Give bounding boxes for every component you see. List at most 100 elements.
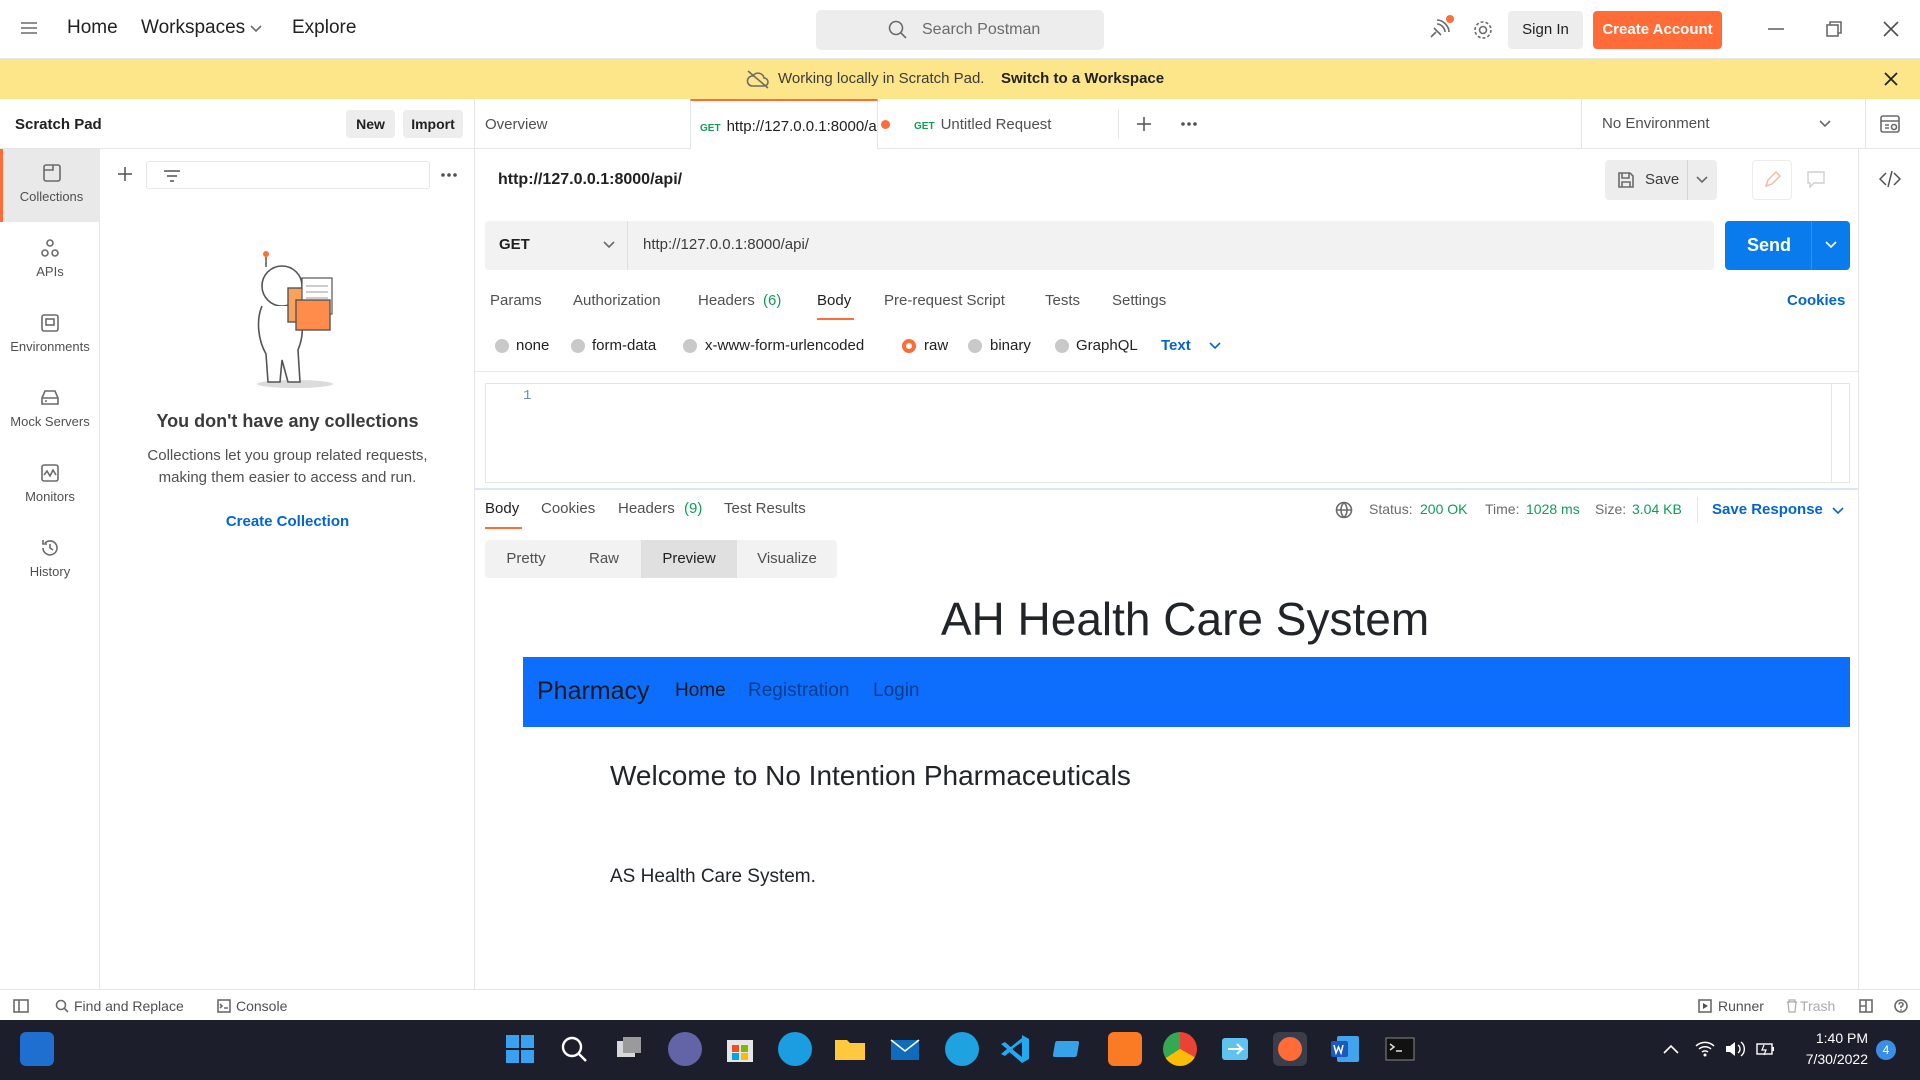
close-banner-icon[interactable]: [1884, 72, 1898, 86]
tips-icon[interactable]: [945, 1032, 979, 1066]
time-value[interactable]: 1028 ms: [1526, 501, 1580, 517]
layout-icon[interactable]: [1859, 999, 1873, 1013]
clock-time[interactable]: 1:40 PM: [1812, 1030, 1868, 1046]
close-window-icon[interactable]: [1883, 21, 1899, 37]
code-snippet-icon[interactable]: [1879, 170, 1901, 188]
view-pretty[interactable]: Pretty: [485, 540, 567, 578]
tab-untitled-request[interactable]: GET Untitled Request: [914, 99, 1114, 149]
menu-icon[interactable]: [20, 20, 38, 36]
volume-icon[interactable]: [1725, 1041, 1745, 1057]
body-editor[interactable]: 1: [485, 383, 1850, 483]
battery-icon[interactable]: [1756, 1041, 1776, 1057]
response-tab-test-results[interactable]: Test Results: [724, 500, 806, 517]
send-options-chevron-icon[interactable]: [1825, 241, 1837, 249]
view-preview[interactable]: Preview: [641, 540, 737, 578]
postman-taskbar-button[interactable]: [1273, 1032, 1307, 1066]
toggle-sidebar-icon[interactable]: [13, 999, 29, 1013]
save-button[interactable]: Save: [1605, 160, 1717, 200]
request-name[interactable]: http://127.0.0.1:8000/api/: [498, 171, 682, 189]
environment-select[interactable]: No Environment: [1582, 99, 1852, 149]
cookies-link[interactable]: Cookies: [1787, 292, 1845, 309]
teams-chat-icon[interactable]: [668, 1032, 702, 1066]
comments-icon[interactable]: [1796, 160, 1836, 200]
app-icon[interactable]: [1052, 1032, 1086, 1066]
tab-settings[interactable]: Settings: [1112, 292, 1166, 309]
search-taskbar-icon[interactable]: [557, 1032, 591, 1066]
add-collection-icon[interactable]: [117, 166, 133, 182]
widgets-icon[interactable]: [20, 1032, 54, 1066]
chevron-up-icon[interactable]: [1663, 1044, 1679, 1054]
radio-binary[interactable]: [968, 339, 982, 353]
response-tab-body[interactable]: Body: [485, 500, 519, 517]
app-icon[interactable]: [1218, 1032, 1252, 1066]
view-raw[interactable]: Raw: [567, 540, 641, 578]
create-collection-link[interactable]: Create Collection: [100, 513, 475, 530]
search-input[interactable]: Search Postman: [816, 10, 1104, 50]
response-tab-headers[interactable]: Headers: [618, 500, 675, 517]
chevron-down-icon[interactable]: [250, 25, 262, 33]
preview-brand[interactable]: Pharmacy: [537, 677, 650, 706]
response-tab-cookies[interactable]: Cookies: [541, 500, 595, 517]
radio-raw[interactable]: [902, 339, 916, 353]
console-button[interactable]: Console: [236, 998, 287, 1014]
clock-date[interactable]: 7/30/2022: [1796, 1051, 1868, 1067]
notification-badge[interactable]: 4: [1876, 1040, 1896, 1060]
mail-icon[interactable]: [888, 1032, 922, 1066]
tab-headers[interactable]: Headers: [698, 292, 755, 309]
preview-nav-home[interactable]: Home: [675, 680, 726, 702]
method-select[interactable]: GET: [485, 221, 628, 270]
vscode-icon[interactable]: [998, 1032, 1032, 1066]
chrome-icon[interactable]: [1163, 1032, 1197, 1066]
settings-gear-icon[interactable]: [1472, 19, 1494, 41]
new-tab-icon[interactable]: [1136, 116, 1152, 132]
url-input[interactable]: http://127.0.0.1:8000/api/: [628, 221, 1714, 270]
filter-input[interactable]: [146, 161, 430, 189]
chevron-down-icon[interactable]: [1209, 342, 1221, 350]
send-button[interactable]: Send: [1725, 221, 1850, 270]
nav-explore[interactable]: Explore: [292, 17, 356, 39]
preview-nav-registration[interactable]: Registration: [748, 680, 849, 702]
radio-form-data[interactable]: [571, 339, 585, 353]
rail-item-apis[interactable]: APIs: [0, 224, 100, 297]
import-button[interactable]: Import: [403, 110, 463, 138]
microsoft-store-icon[interactable]: [723, 1032, 757, 1066]
task-view-icon[interactable]: [613, 1032, 647, 1066]
save-options-chevron-icon[interactable]: [1696, 176, 1708, 184]
sign-in-button[interactable]: Sign In: [1508, 11, 1583, 49]
preview-nav-login[interactable]: Login: [873, 680, 920, 702]
editor-scrollbar[interactable]: [1831, 384, 1832, 482]
environment-quick-look-icon[interactable]: [1879, 113, 1901, 135]
trash-button[interactable]: Trash: [1800, 998, 1835, 1014]
tab-tests[interactable]: Tests: [1045, 292, 1080, 309]
edge-browser-icon[interactable]: [778, 1032, 812, 1066]
nav-home[interactable]: Home: [67, 17, 118, 39]
windows-start-icon[interactable]: [503, 1032, 537, 1066]
save-response-button[interactable]: Save Response: [1712, 501, 1823, 518]
rail-item-environments[interactable]: Environments: [0, 299, 100, 372]
radio-graphql[interactable]: [1055, 339, 1069, 353]
file-explorer-icon[interactable]: [833, 1032, 867, 1066]
tab-body[interactable]: Body: [817, 292, 851, 309]
tab-prerequest-script[interactable]: Pre-request Script: [884, 292, 1005, 309]
switch-workspace-link[interactable]: Switch to a Workspace: [1001, 70, 1164, 87]
rail-item-mock-servers[interactable]: Mock Servers: [0, 374, 100, 447]
help-icon[interactable]: [1894, 999, 1908, 1013]
more-options-icon[interactable]: [440, 172, 458, 178]
wifi-icon[interactable]: [1695, 1041, 1715, 1057]
runner-button[interactable]: Runner: [1718, 998, 1764, 1014]
chevron-down-icon[interactable]: [1832, 507, 1844, 515]
tab-overview[interactable]: Overview: [485, 99, 665, 149]
rail-item-collections[interactable]: Collections: [0, 149, 100, 222]
satellite-icon[interactable]: [1428, 15, 1454, 41]
edit-pencil-icon[interactable]: [1752, 160, 1792, 200]
globe-icon[interactable]: [1335, 501, 1353, 519]
body-format-select[interactable]: Text: [1161, 337, 1191, 354]
create-account-button[interactable]: Create Account: [1593, 11, 1722, 49]
rail-item-history[interactable]: History: [0, 524, 100, 597]
radio-urlencoded[interactable]: [683, 339, 697, 353]
find-replace-button[interactable]: Find and Replace: [74, 998, 184, 1014]
resize-handle[interactable]: [475, 488, 1858, 490]
size-value[interactable]: 3.04 KB: [1632, 501, 1682, 517]
minimize-icon[interactable]: [1768, 28, 1784, 30]
rail-item-monitors[interactable]: Monitors: [0, 449, 100, 522]
